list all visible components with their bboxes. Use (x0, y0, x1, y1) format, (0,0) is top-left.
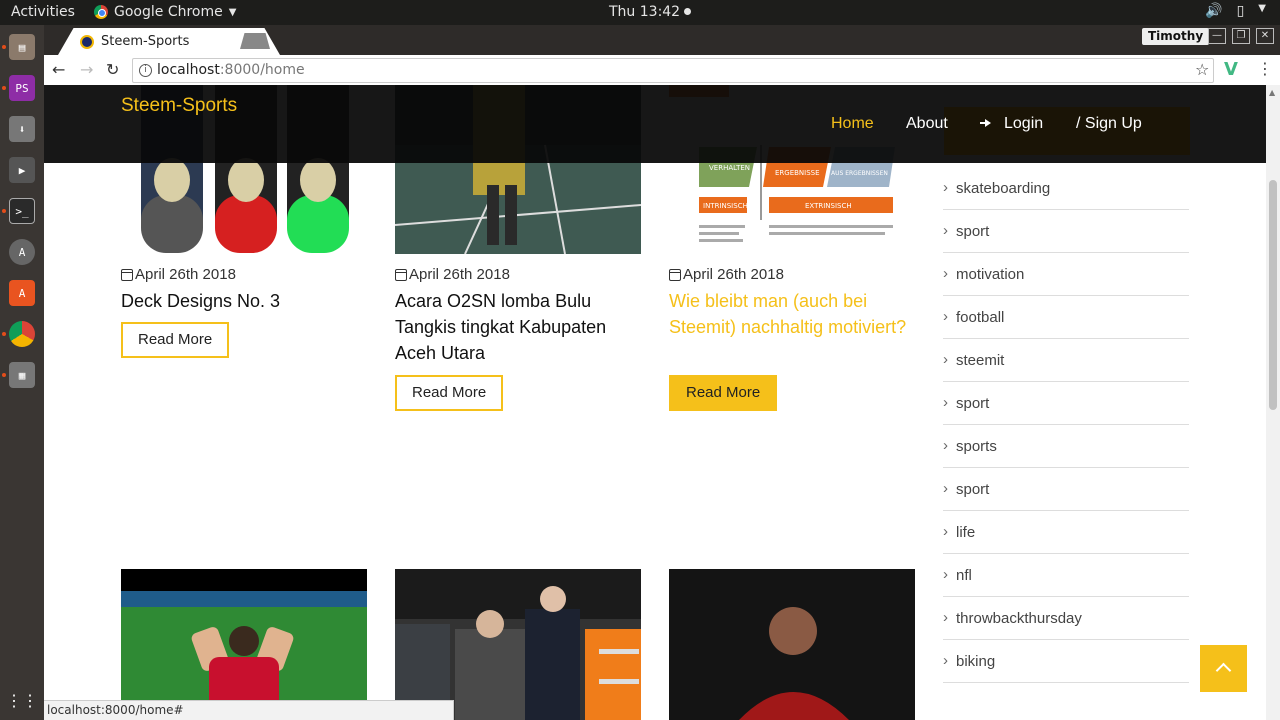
restore-icon[interactable]: ❐ (1232, 28, 1250, 44)
vue-devtools-icon[interactable]: V (1224, 59, 1238, 80)
app-menu-label: Google Chrome (114, 4, 223, 20)
site-navbar: Steem-Sports Home About Login / Sign Up (44, 85, 1266, 163)
read-more-button[interactable]: Read More (121, 322, 230, 358)
calendar-icon (121, 268, 133, 281)
url-path: :8000/home (219, 62, 305, 78)
tag-item[interactable]: motivation (943, 252, 1189, 296)
clock-label: Thu 13:42 (609, 4, 681, 20)
tag-item[interactable]: football (943, 295, 1189, 339)
browser-toolbar: ← → ↻ i localhost:8000/home ☆ V ⋮ (44, 55, 1280, 85)
tag-list: skateboarding sport motivation football … (943, 166, 1189, 683)
scroll-to-top-button[interactable] (1200, 645, 1247, 692)
notification-dot-icon (684, 8, 692, 15)
volume-icon: 🔊 (1205, 3, 1223, 19)
post-date-label: April 26th 2018 (409, 266, 510, 283)
tag-item[interactable]: biking (943, 639, 1189, 683)
tag-item[interactable]: throwbackthursday (943, 596, 1189, 640)
page-viewport: VERHALTEN ERGEBNISSE AUS ERGEBNISSEN INT… (44, 85, 1266, 720)
calculator-app-icon[interactable]: ▦ (9, 362, 35, 388)
scrollbar-thumb[interactable] (1269, 180, 1277, 410)
tag-item[interactable]: sport (943, 209, 1189, 253)
tag-item[interactable]: sport (943, 467, 1189, 511)
software-store-icon[interactable]: A (9, 280, 35, 306)
read-more-button[interactable]: Read More (395, 375, 504, 411)
files-app-icon[interactable]: ▤ (9, 34, 35, 60)
video-app-icon[interactable]: ▶ (9, 157, 35, 183)
forward-icon[interactable]: → (80, 60, 93, 79)
football-player-image (121, 591, 367, 720)
calendar-icon (669, 268, 681, 281)
tag-item[interactable]: skateboarding (943, 166, 1189, 210)
terminal-app-icon[interactable]: >_ (9, 198, 35, 224)
post-date-label: April 26th 2018 (135, 266, 236, 283)
battery-icon: ▯ (1236, 3, 1245, 19)
profile-button[interactable]: Timothy (1142, 28, 1210, 45)
player-portrait-image (739, 607, 849, 720)
tag-item[interactable]: steemit (943, 338, 1189, 382)
show-apps-icon[interactable]: ⋮⋮ (6, 687, 38, 713)
diagram-label-extrinsic: EXTRINSISCH (805, 202, 852, 210)
tab-title: Steem-Sports (101, 34, 190, 49)
tag-item[interactable]: sport (943, 381, 1189, 425)
post-date: April 26th 2018 (395, 266, 510, 283)
diagram-label-from-results: AUS ERGEBNISSEN (831, 170, 888, 177)
activities-button[interactable]: Activities (11, 4, 75, 20)
clock[interactable]: Thu 13:42 (609, 4, 692, 20)
status-bar-url: localhost:8000/home# (44, 700, 454, 720)
updater-app-icon[interactable]: A (9, 239, 35, 265)
site-favicon-icon (80, 34, 94, 49)
system-top-bar: Activities Google Chrome ▼ Thu 13:42 🔊 ▯… (0, 0, 1280, 25)
diagram-label-behavior: VERHALTEN (709, 164, 750, 172)
post-title[interactable]: Deck Designs No. 3 (121, 288, 361, 314)
post-date-label: April 26th 2018 (683, 266, 784, 283)
close-window-icon[interactable]: ✕ (1256, 28, 1274, 44)
chrome-app-icon[interactable] (9, 321, 35, 347)
post-thumbnail-player-portrait[interactable] (669, 569, 915, 720)
url-host: localhost (157, 62, 220, 78)
nav-home[interactable]: Home (831, 115, 874, 133)
caret-down-icon: ▼ (1258, 3, 1266, 14)
nav-signup[interactable]: / Sign Up (1076, 115, 1142, 133)
tab-strip: Steem-Sports ✕ Timothy — ❐ ✕ (44, 25, 1280, 55)
nav-about[interactable]: About (906, 115, 948, 133)
post-date: April 26th 2018 (121, 266, 236, 283)
app-menu[interactable]: Google Chrome ▼ (94, 4, 236, 20)
diagram-label-results: ERGEBNISSE (775, 169, 820, 177)
dock-launcher: ▤ PS ⬇ ▶ >_ A A ▦ ⋮⋮ (0, 25, 44, 720)
post-thumbnail-football-player[interactable] (121, 569, 367, 720)
installer-app-icon[interactable]: ⬇ (9, 116, 35, 142)
new-tab-button[interactable] (240, 33, 270, 49)
site-brand[interactable]: Steem-Sports (121, 95, 237, 117)
managers-image (395, 569, 641, 720)
nav-login[interactable]: Login (980, 115, 1043, 133)
system-tray[interactable]: 🔊 ▯ ▼ (1205, 3, 1266, 19)
minimize-icon[interactable]: — (1208, 28, 1226, 44)
chrome-menu-icon[interactable]: ⋮ (1257, 59, 1273, 78)
calendar-icon (395, 268, 407, 281)
scroll-up-icon[interactable]: ▲ (1269, 88, 1275, 97)
post-title[interactable]: Acara O2SN lomba Bulu Tangkis tingkat Ka… (395, 288, 635, 366)
address-bar[interactable]: i localhost:8000/home (132, 58, 1214, 83)
caret-down-icon: ▼ (228, 6, 237, 18)
tag-item[interactable]: nfl (943, 553, 1189, 597)
phpstorm-app-icon[interactable]: PS (9, 75, 35, 101)
back-icon[interactable]: ← (52, 60, 65, 79)
post-date: April 26th 2018 (669, 266, 784, 283)
diagram-label-intrinsic: INTRINSISCH (703, 202, 748, 210)
page-scrollbar[interactable]: ▲ (1266, 85, 1280, 720)
login-icon (980, 117, 994, 129)
chrome-icon (94, 5, 108, 19)
bookmark-star-icon[interactable]: ☆ (1195, 60, 1209, 79)
nav-login-label: Login (1004, 115, 1044, 132)
tag-item[interactable]: sports (943, 424, 1189, 468)
post-thumbnail-managers[interactable] (395, 569, 641, 720)
site-info-icon[interactable]: i (139, 64, 152, 77)
tag-item[interactable]: life (943, 510, 1189, 554)
reload-icon[interactable]: ↻ (106, 60, 119, 79)
read-more-button-hovered[interactable]: Read More (669, 375, 778, 411)
post-title-hovered[interactable]: Wie bleibt man (auch bei Steemit) nachha… (669, 288, 909, 340)
